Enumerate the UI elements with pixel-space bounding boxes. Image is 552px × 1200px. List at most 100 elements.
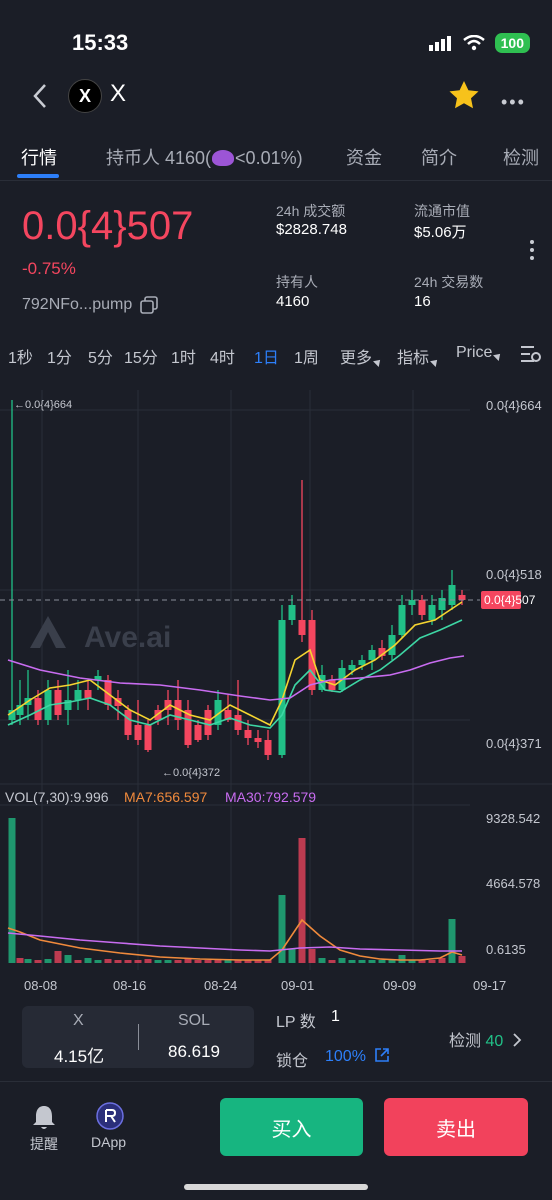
- dapp-label[interactable]: DApp: [91, 1134, 126, 1150]
- volume-bar: [174, 960, 182, 963]
- tab-market[interactable]: 行情: [21, 144, 57, 170]
- candle-body: [298, 620, 306, 635]
- candle-body: [278, 620, 286, 755]
- price-dropdown[interactable]: Price: [456, 344, 504, 362]
- vertical-more-icon[interactable]: [530, 240, 534, 260]
- volume-bar: [214, 960, 222, 963]
- market-cap-value: $5.06万: [414, 224, 467, 241]
- holders-value: 4160: [276, 293, 310, 310]
- tab-intro[interactable]: 简介: [421, 144, 457, 170]
- tf-1s[interactable]: 1秒: [8, 344, 33, 368]
- watermark-logo: [30, 616, 66, 648]
- min-price-marker: ←0.0{4}372: [162, 767, 220, 779]
- status-indicators: 100: [428, 33, 530, 53]
- volume-bar: [398, 955, 406, 963]
- candle-body: [368, 650, 376, 660]
- battery-icon: 100: [494, 33, 530, 53]
- star-icon[interactable]: [448, 80, 480, 110]
- date-axis-label: 08-24: [204, 978, 237, 993]
- candle-body: [398, 605, 406, 635]
- alert-label[interactable]: 提醒: [30, 1134, 58, 1154]
- detect-link[interactable]: 检测 40: [449, 1027, 522, 1051]
- price-axis-label: 0.0{4}518: [486, 567, 542, 582]
- current-price: 0.0{4}507: [22, 204, 194, 248]
- chart-settings-icon[interactable]: [520, 344, 542, 364]
- dapp-icon[interactable]: [96, 1102, 124, 1130]
- date-axis-label: 08-16: [113, 978, 146, 993]
- candle-body: [288, 605, 296, 620]
- volume-bar: [458, 956, 466, 963]
- token-logo: X: [68, 79, 102, 113]
- price-change: -0.75%: [22, 259, 76, 278]
- volume-bar: [448, 919, 456, 963]
- more-dropdown[interactable]: 更多: [340, 344, 383, 368]
- tf-15m[interactable]: 15分: [124, 344, 158, 368]
- volume-bar: [308, 949, 316, 963]
- volume-bar: [74, 960, 82, 963]
- copy-icon[interactable]: [140, 296, 159, 314]
- volume-bar: [134, 960, 142, 963]
- token-amount: 4.15亿: [54, 1047, 105, 1066]
- volume-bar: [54, 951, 62, 963]
- divider: [0, 180, 552, 181]
- sell-button[interactable]: 卖出: [384, 1098, 528, 1156]
- volume-bar: [154, 960, 162, 963]
- candle-body: [194, 725, 202, 740]
- divider: [138, 1024, 139, 1050]
- tf-1w[interactable]: 1周: [294, 344, 319, 368]
- candle-body: [448, 585, 456, 605]
- dropdown-arrow-icon: [430, 357, 440, 367]
- volume-bar: [144, 959, 152, 963]
- bell-icon[interactable]: [31, 1103, 57, 1131]
- volume-bar: [64, 955, 72, 963]
- volume-bar: [164, 960, 172, 963]
- divider: [0, 1081, 552, 1082]
- tab-detect[interactable]: 检测: [503, 144, 539, 170]
- price-chart[interactable]: Ave.ai 0.0{4}507 0.0{4}664 0.0{4}518 0.0{4}3…: [0, 380, 552, 1000]
- back-icon[interactable]: [30, 82, 50, 110]
- contract-address[interactable]: 792NFo...pump: [22, 296, 159, 314]
- lock-link[interactable]: 100%: [325, 1047, 390, 1066]
- volume-bar: [34, 960, 42, 963]
- candle-body: [134, 725, 142, 740]
- tf-1d[interactable]: 1日: [254, 344, 279, 368]
- watermark: Ave.ai: [84, 621, 171, 654]
- indicators-dropdown[interactable]: 指标: [397, 344, 440, 368]
- volume-ma7-legend: MA7:656.597: [124, 789, 207, 805]
- buy-button[interactable]: 买入: [220, 1098, 363, 1156]
- status-time: 15:33: [72, 30, 129, 55]
- tx-24h-value: 16: [414, 293, 431, 310]
- candle-body: [358, 660, 366, 665]
- tf-1m[interactable]: 1分: [47, 344, 72, 368]
- candle-body: [348, 665, 356, 670]
- tab-holders[interactable]: 持币人 4160(<0.01%): [106, 144, 303, 170]
- volume-bar: [94, 960, 102, 963]
- candle-body: [144, 725, 152, 750]
- chevron-right-icon: [513, 1033, 521, 1047]
- detect-label: 检测: [449, 1033, 482, 1050]
- ma-line-yellow: [7, 601, 463, 727]
- holders-label: 持有人: [276, 274, 318, 290]
- more-icon[interactable]: •••: [501, 92, 526, 113]
- tab-holders-prefix: 持币人 4160(: [106, 148, 212, 168]
- token-label: X: [73, 1012, 84, 1029]
- dropdown-arrow-icon: [373, 357, 383, 367]
- tf-5m[interactable]: 5分: [88, 344, 113, 368]
- tab-funds[interactable]: 资金: [346, 144, 382, 170]
- tf-1h[interactable]: 1时: [171, 344, 196, 368]
- signal-icon: [428, 36, 451, 51]
- date-axis-label: 08-08: [24, 978, 57, 993]
- candle-body: [264, 740, 272, 755]
- candle-body: [74, 690, 82, 700]
- volume-bar: [84, 958, 92, 963]
- volume-bar: [378, 960, 386, 963]
- volume-bar: [204, 960, 212, 963]
- lock-label: 锁仓: [276, 1053, 309, 1070]
- date-axis-label: 09-01: [281, 978, 314, 993]
- candle-body: [84, 690, 92, 698]
- tf-4h[interactable]: 4时: [210, 344, 235, 368]
- current-price-tag: 0.0{4}507: [484, 593, 536, 607]
- price-axis-label: 0.0{4}371: [486, 736, 542, 751]
- address-text: 792NFo...pump: [22, 296, 133, 313]
- volume-bar: [16, 958, 24, 963]
